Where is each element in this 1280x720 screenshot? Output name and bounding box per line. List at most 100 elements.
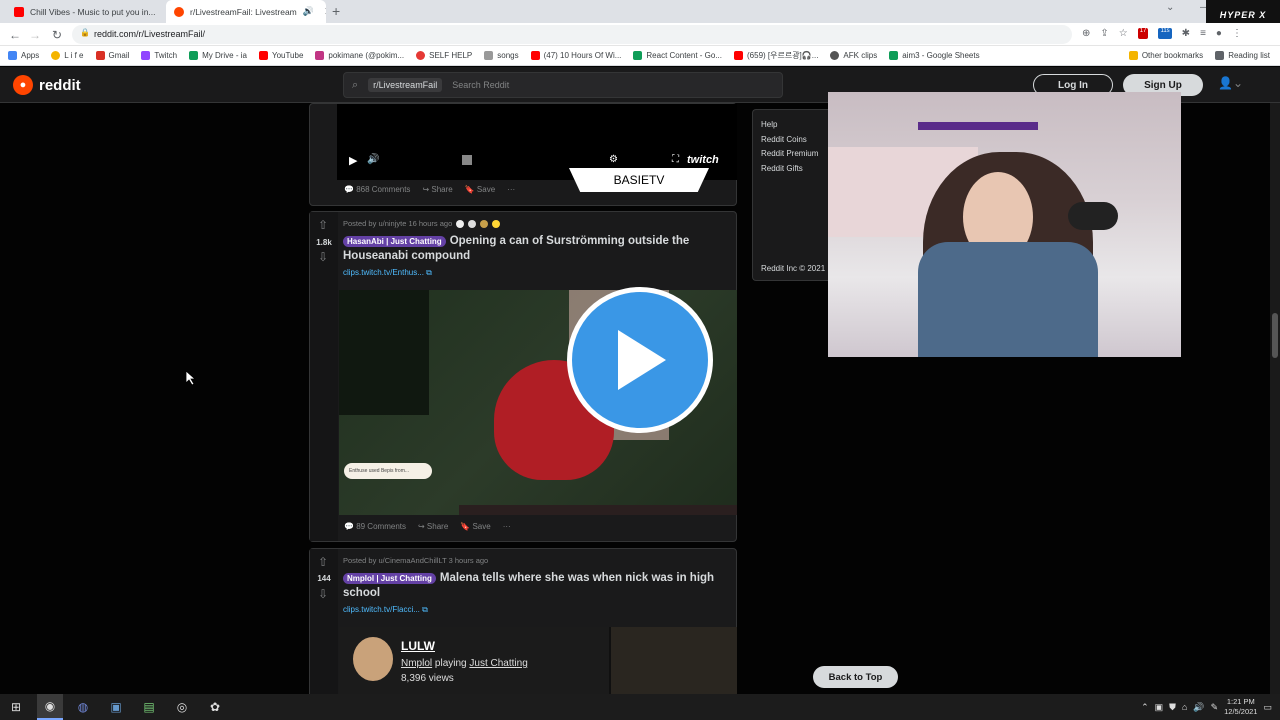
downvote-icon[interactable]: ⇩ [318, 250, 328, 264]
fullscreen-icon[interactable]: ⛶ [672, 154, 679, 165]
bookmark-item[interactable]: SELF HELP [416, 51, 472, 60]
tray-chevron-icon[interactable]: ⌃ [1141, 702, 1149, 713]
share-button[interactable]: ↪ Share [422, 185, 452, 194]
play-icon[interactable]: ▶ [349, 154, 357, 167]
post-title[interactable]: Nmplol | Just Chatting Malena tells where… [343, 571, 728, 601]
game-link[interactable]: Just Chatting [469, 658, 527, 669]
speaker-icon[interactable]: 🔊 [303, 6, 314, 17]
discord-icon[interactable]: ◍ [70, 694, 96, 720]
post-link[interactable]: clips.twitch.tv/Enthus... ⧉ [343, 268, 432, 278]
chrome-icon[interactable]: ◉ [37, 694, 63, 720]
app-icon[interactable]: ✿ [202, 694, 228, 720]
post-flair[interactable]: Nmplol | Just Chatting [343, 573, 436, 584]
channel-link[interactable]: Nmplol [401, 658, 432, 669]
reddit-coins-link[interactable]: Reddit Coins [761, 133, 818, 148]
pen-icon[interactable]: ✎ [1211, 702, 1219, 713]
bookmark-item[interactable]: Gmail [95, 51, 129, 60]
save-button[interactable]: 🔖 Save [460, 522, 490, 531]
more-options-icon[interactable]: ··· [503, 522, 511, 531]
bookmark-item[interactable]: songs [484, 51, 519, 60]
bookmark-item[interactable]: pokimane (@pokim... [315, 51, 404, 60]
bookmark-item[interactable]: Twitch [141, 51, 177, 60]
mouse-cursor-icon [186, 371, 196, 386]
forward-icon[interactable]: → [26, 23, 44, 46]
back-icon[interactable]: ← [6, 23, 24, 46]
xbox-icon[interactable]: ▣ [103, 694, 129, 720]
tray-shield-icon[interactable]: ⛊ [1169, 702, 1176, 713]
bookmark-item[interactable]: aim3 - Google Sheets [889, 51, 980, 60]
extension-badge-b[interactable]: 11s [1158, 28, 1172, 39]
post-flair[interactable]: HasanAbi | Just Chatting [343, 236, 446, 247]
save-button[interactable]: 🔖 Save [465, 185, 495, 194]
downvote-icon[interactable]: ⇩ [318, 587, 328, 601]
scrollbar[interactable] [1270, 103, 1280, 694]
install-icon[interactable]: ⊕ [1082, 28, 1090, 39]
post-meta[interactable]: Posted by u/CinemaAndChillLT 3 hours ago [343, 556, 488, 565]
bookmark-item[interactable]: React Content - Go... [633, 51, 722, 60]
media-icon[interactable]: ≡ [1200, 28, 1206, 39]
post-link[interactable]: clips.twitch.tv/Flacci... ⧉ [343, 605, 428, 615]
more-options-icon[interactable]: ··· [507, 185, 515, 194]
bookmark-item[interactable]: L i f e [51, 51, 84, 60]
comments-button[interactable]: 💬 868 Comments [344, 185, 410, 194]
menu-icon[interactable]: ⋮ [1232, 28, 1242, 39]
post-card-1[interactable]: ▶ 🔊 ⚙ ⛶ twitch BASIETV 💬 868 Comments ↪ … [309, 103, 737, 206]
windows-start-icon[interactable]: ⊞ [3, 694, 29, 720]
bookmark-item[interactable]: Reading list [1215, 51, 1270, 60]
video-player[interactable]: ▶ 🔊 ⚙ ⛶ twitch BASIETV [337, 104, 737, 192]
bookmark-star-icon[interactable]: ☆ [1119, 28, 1128, 39]
bookmark-item[interactable]: My Drive - ia [189, 51, 247, 60]
notification-icon[interactable]: ▭ [1263, 702, 1272, 713]
bookmark-item[interactable]: (47) 10 Hours Of Wi... [530, 51, 621, 60]
tab-chill-vibes[interactable]: Chill Vibes - Music to put you in... ✕ [6, 0, 162, 23]
clip-embed[interactable]: LULW Nmplol playing Just Chatting 8,396 … [339, 627, 737, 695]
bookmark-item[interactable]: Apps [8, 51, 39, 60]
comments-button[interactable]: 💬 89 Comments [344, 522, 406, 531]
volume-icon[interactable]: 🔊 [367, 154, 379, 165]
scrollbar-thumb[interactable] [1272, 313, 1278, 358]
user-menu-icon[interactable]: 👤⌄ [1218, 76, 1243, 90]
clock[interactable]: 1:21 PM 12/5/2021 [1224, 697, 1257, 717]
upvote-icon[interactable]: ⇧ [318, 555, 328, 569]
upvote-icon[interactable]: ⇧ [318, 218, 328, 232]
back-to-top-button[interactable]: Back to Top [813, 666, 898, 688]
reddit-logo[interactable]: ● reddit [13, 75, 81, 95]
volume-icon[interactable]: 🔊 [1193, 702, 1204, 713]
post-actions: 💬 868 Comments ↪ Share 🔖 Save ··· [344, 185, 515, 194]
reload-icon[interactable]: ↻ [48, 23, 66, 46]
twitch-logo: twitch [687, 154, 719, 166]
close-icon[interactable]: ✕ [324, 5, 326, 18]
bookmark-item[interactable]: Other bookmarks [1128, 51, 1203, 60]
network-icon[interactable]: ⌂ [1182, 702, 1187, 712]
tab-livestreamfail[interactable]: r/LivestreamFail: Livestream 🔊 ✕ [166, 0, 326, 23]
tray-app-icon[interactable]: ▣ [1155, 702, 1164, 713]
new-tab-button[interactable]: + [332, 3, 340, 19]
url-bar[interactable]: 🔒 reddit.com/r/LivestreamFail/ [72, 25, 1072, 44]
play-button[interactable] [567, 287, 713, 433]
clip-title[interactable]: LULW [401, 639, 435, 653]
bookmark-item[interactable]: (659) [우르르광]🎧... [734, 50, 818, 61]
post-card-2[interactable]: ⇧ 1.8k ⇩ Posted by u/ninjyte 16 hours ag… [309, 211, 737, 542]
extensions-icon[interactable]: ✱ [1182, 28, 1190, 39]
video-thumbnail[interactable]: Enthuse used Bepis from... [339, 287, 737, 515]
game-icon[interactable]: ▤ [136, 694, 162, 720]
search-bar[interactable]: ⌕ r/LivestreamFail Search Reddit [343, 72, 783, 98]
subreddit-chip[interactable]: r/LivestreamFail [368, 78, 443, 92]
share-button[interactable]: ↪ Share [418, 522, 448, 531]
help-link[interactable]: Help [761, 118, 818, 133]
bookmark-item[interactable]: YouTube [258, 51, 303, 60]
gmail-icon [95, 51, 105, 60]
reddit-gifts-link[interactable]: Reddit Gifts [761, 162, 818, 177]
bookmark-item[interactable]: AFK clips [830, 51, 877, 60]
tab-search-icon[interactable]: ⌄ [1166, 2, 1174, 13]
extension-badge-a[interactable]: 17 [1137, 28, 1149, 39]
settings-icon[interactable]: ⚙ [609, 154, 618, 165]
reddit-premium-link[interactable]: Reddit Premium [761, 147, 818, 162]
post-card-3[interactable]: ⇧ 144 ⇩ Posted by u/CinemaAndChillLT 3 h… [309, 548, 737, 698]
share-icon[interactable]: ⇪ [1100, 28, 1108, 39]
obs-icon[interactable]: ◎ [169, 694, 195, 720]
globe-icon [830, 51, 840, 60]
drive-icon [189, 51, 199, 60]
post-title[interactable]: HasanAbi | Just Chatting Opening a can of… [343, 234, 728, 264]
profile-avatar[interactable]: ● [1216, 28, 1222, 39]
